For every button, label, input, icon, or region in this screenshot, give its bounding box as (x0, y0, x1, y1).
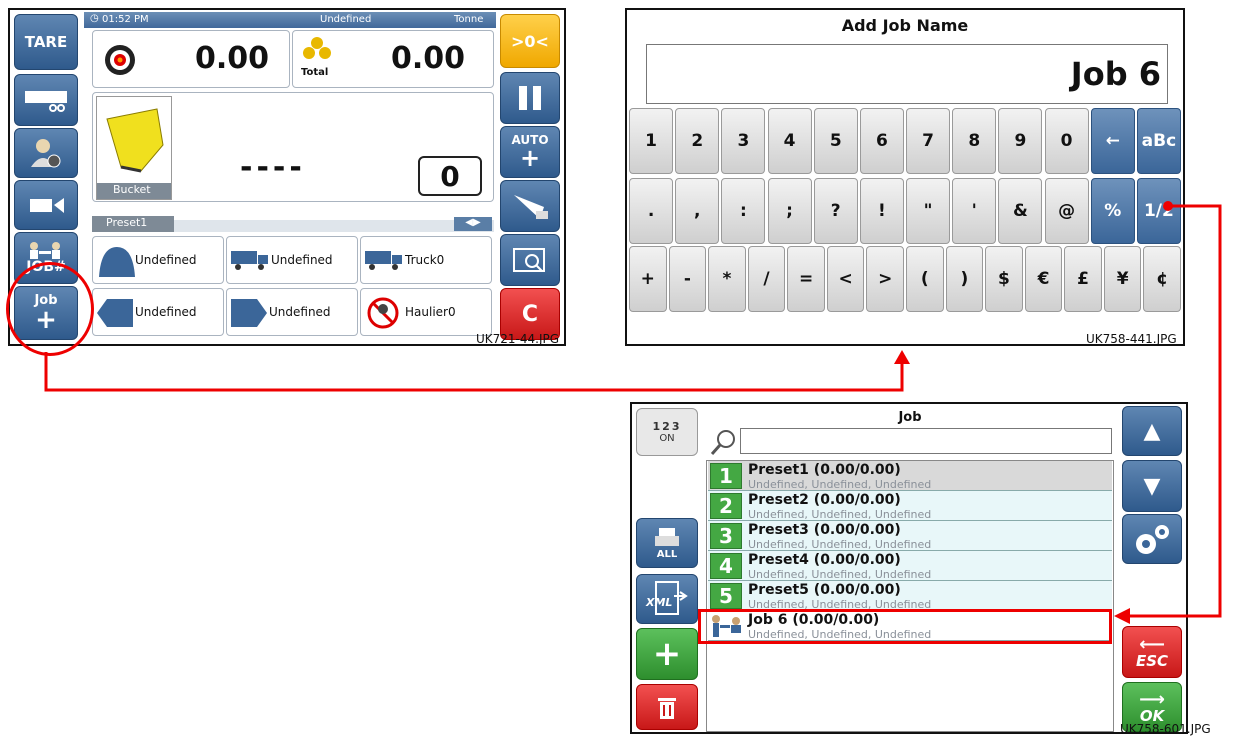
arrow-add-job-to-keyboard (44, 352, 904, 392)
arrow-keyboard-to-job-list (1128, 204, 1222, 618)
arrowhead-up-icon (894, 350, 910, 364)
arrow-start-dot (1163, 201, 1173, 211)
arrowhead-left-icon (1114, 608, 1130, 624)
connector-arrows (44, 201, 1222, 624)
